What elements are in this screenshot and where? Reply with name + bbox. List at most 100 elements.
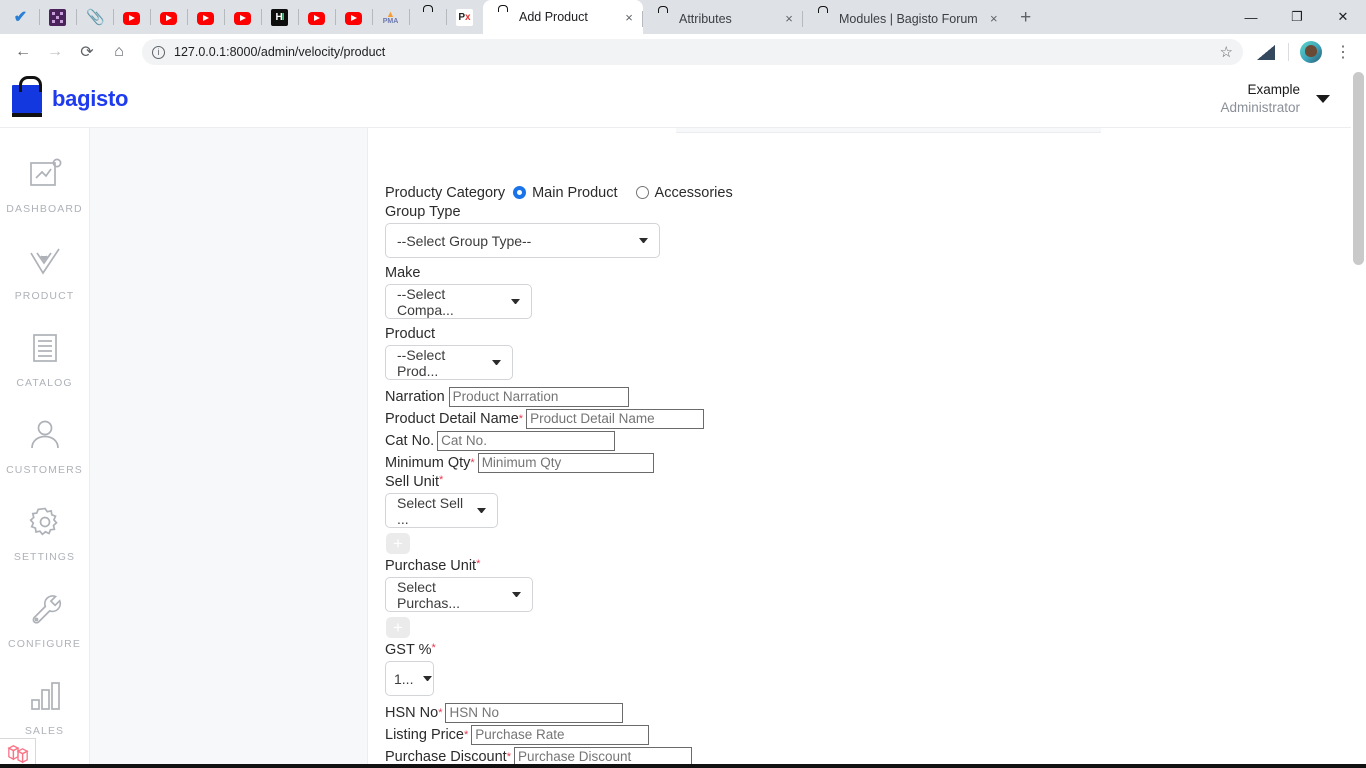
make-select[interactable]: --Select Compa... — [385, 284, 532, 319]
app-body: DASHBOARD PRODUCT CATALOG CUSTOMERS SETT… — [0, 128, 1366, 768]
wrench-icon — [25, 589, 65, 629]
chevron-down-icon — [511, 299, 520, 304]
vue-devtools-icon[interactable] — [1251, 37, 1281, 67]
sell-unit-value: Select Sell ... — [397, 494, 464, 527]
pinned-tab-hackerrank[interactable]: HI — [261, 0, 298, 34]
sidebar-item-label: SALES — [24, 725, 65, 737]
gst-label: GST %* — [385, 642, 1366, 658]
pinned-tab-clip[interactable]: 📎 — [76, 0, 113, 34]
sidebar-item-label: DASHBOARD — [6, 203, 83, 215]
pinned-tab-grid[interactable] — [39, 0, 76, 34]
browser-menu-icon[interactable]: ⋮ — [1328, 37, 1358, 67]
radio-accessories-label: Accessories — [654, 184, 733, 201]
field-product-category: Producty Category Main Product Accessori… — [385, 182, 1366, 203]
sidebar-item-label: PRODUCT — [14, 290, 75, 302]
sell-unit-select[interactable]: Select Sell ... — [385, 493, 498, 528]
required-asterisk: * — [438, 706, 443, 719]
minimum-qty-input[interactable] — [477, 452, 654, 473]
avatar[interactable] — [1296, 37, 1326, 67]
group-type-select[interactable]: --Select Group Type-- — [385, 223, 660, 258]
sidebar-item-label: CONFIGURE — [8, 638, 81, 650]
required-asterisk: * — [506, 750, 511, 763]
youtube-favicon-4 — [234, 11, 251, 25]
radio-accessories[interactable] — [635, 186, 649, 199]
field-make: Make --Select Compa... — [385, 265, 1366, 319]
bagisto-favicon-pinned — [419, 9, 436, 26]
back-button[interactable]: ← — [8, 37, 38, 67]
bagisto-bag-icon — [654, 10, 671, 27]
sidebar-item-label: CATALOG — [16, 377, 73, 389]
youtube-favicon-2 — [160, 11, 177, 25]
radio-main-product[interactable] — [513, 186, 527, 199]
tab-title: Modules | Bagisto Forum — [839, 11, 978, 26]
add-sell-unit-button[interactable]: + — [386, 533, 410, 554]
chevron-down-icon — [639, 238, 648, 243]
home-button[interactable]: ⌂ — [104, 37, 134, 67]
pinned-tab-youtube-2[interactable] — [150, 0, 187, 34]
tab-close-icon[interactable]: × — [986, 11, 1002, 27]
pinned-tab-youtube-5[interactable] — [298, 0, 335, 34]
sidebar-item-product[interactable]: PRODUCT — [0, 241, 89, 328]
close-window-button[interactable]: ✕ — [1320, 0, 1366, 34]
page-scrollbar[interactable] — [1351, 70, 1366, 768]
minimize-button[interactable]: — — [1228, 0, 1274, 34]
pinned-tab-phpmyadmin[interactable]: ▲ PMA — [372, 0, 409, 34]
minimum-qty-label: Minimum Qty — [385, 454, 471, 471]
pinned-tab-youtube-1[interactable] — [113, 0, 150, 34]
bookmark-star-icon[interactable]: ☆ — [1220, 43, 1233, 61]
chevron-down-icon[interactable] — [1316, 94, 1330, 103]
tab-close-icon[interactable]: × — [621, 9, 637, 25]
sidebar-item-dashboard[interactable]: DASHBOARD — [0, 154, 89, 241]
product-select[interactable]: --Select Prod... — [385, 345, 513, 380]
sidebar-item-configure[interactable]: CONFIGURE — [0, 589, 89, 676]
pinned-tab-checkmark[interactable]: ✔ — [2, 0, 39, 34]
cat-no-label: Cat No. — [385, 432, 435, 449]
toolbar-divider — [1288, 43, 1289, 61]
tab-modules-bagisto-forum[interactable]: Modules | Bagisto Forum × — [802, 3, 1008, 34]
user-menu[interactable]: Example Administrator — [1220, 81, 1330, 116]
pinned-tab-youtube-3[interactable] — [187, 0, 224, 34]
field-narration: Narration — [385, 386, 1366, 407]
listing-price-input[interactable] — [471, 724, 650, 745]
tab-attributes[interactable]: Attributes × — [642, 3, 803, 34]
pinned-tab-youtube-6[interactable] — [335, 0, 372, 34]
purchase-unit-select[interactable]: Select Purchas... — [385, 577, 533, 612]
maximize-button[interactable]: ❐ — [1274, 0, 1320, 34]
hackerrank-favicon: HI — [271, 8, 288, 26]
scrollbar-thumb[interactable] — [1353, 72, 1364, 265]
hsn-no-input[interactable] — [445, 702, 624, 723]
browser-toolbar: ← → ⟳ ⌂ i 127.0.0.1:8000/admin/velocity/… — [0, 34, 1366, 70]
sidebar-item-customers[interactable]: CUSTOMERS — [0, 415, 89, 502]
field-product-detail-name: Product Detail Name * — [385, 408, 1366, 429]
tab-close-icon[interactable]: × — [781, 11, 797, 27]
forward-button[interactable]: → — [40, 37, 70, 67]
new-tab-button[interactable]: + — [1012, 4, 1040, 32]
narration-input[interactable] — [448, 386, 629, 407]
sidebar-item-catalog[interactable]: CATALOG — [0, 328, 89, 415]
tab-add-product[interactable]: Add Product × — [483, 0, 643, 34]
reload-button[interactable]: ⟳ — [72, 37, 102, 67]
tab-title: Attributes — [679, 11, 732, 26]
address-bar[interactable]: i 127.0.0.1:8000/admin/velocity/product … — [142, 39, 1243, 65]
pinned-tab-px[interactable]: Px — [446, 0, 483, 34]
chevron-down-icon — [423, 676, 433, 681]
sidebar-item-settings[interactable]: SETTINGS — [0, 502, 89, 589]
purchase-unit-label-text: Purchase Unit — [385, 558, 477, 574]
required-asterisk: * — [463, 728, 469, 741]
url-text: 127.0.0.1:8000/admin/velocity/product — [174, 45, 386, 59]
bar-chart-icon — [25, 676, 65, 716]
narration-label: Narration — [385, 388, 445, 405]
pinned-tab-bagisto[interactable] — [409, 0, 446, 34]
brand-logo[interactable]: bagisto — [12, 75, 128, 117]
bagisto-bag-icon — [494, 9, 511, 26]
field-gst: GST %* 1... — [385, 642, 1366, 696]
person-icon — [25, 415, 65, 455]
add-purchase-unit-button[interactable]: + — [386, 617, 410, 638]
product-detail-name-input[interactable] — [526, 408, 705, 429]
pinned-tab-youtube-4[interactable] — [224, 0, 261, 34]
gst-select[interactable]: 1... — [385, 661, 434, 696]
field-product: Product --Select Prod... — [385, 326, 1366, 380]
cat-no-input[interactable] — [437, 430, 616, 451]
site-info-icon[interactable]: i — [152, 45, 165, 59]
sidebar-item-label: CUSTOMERS — [6, 464, 83, 476]
